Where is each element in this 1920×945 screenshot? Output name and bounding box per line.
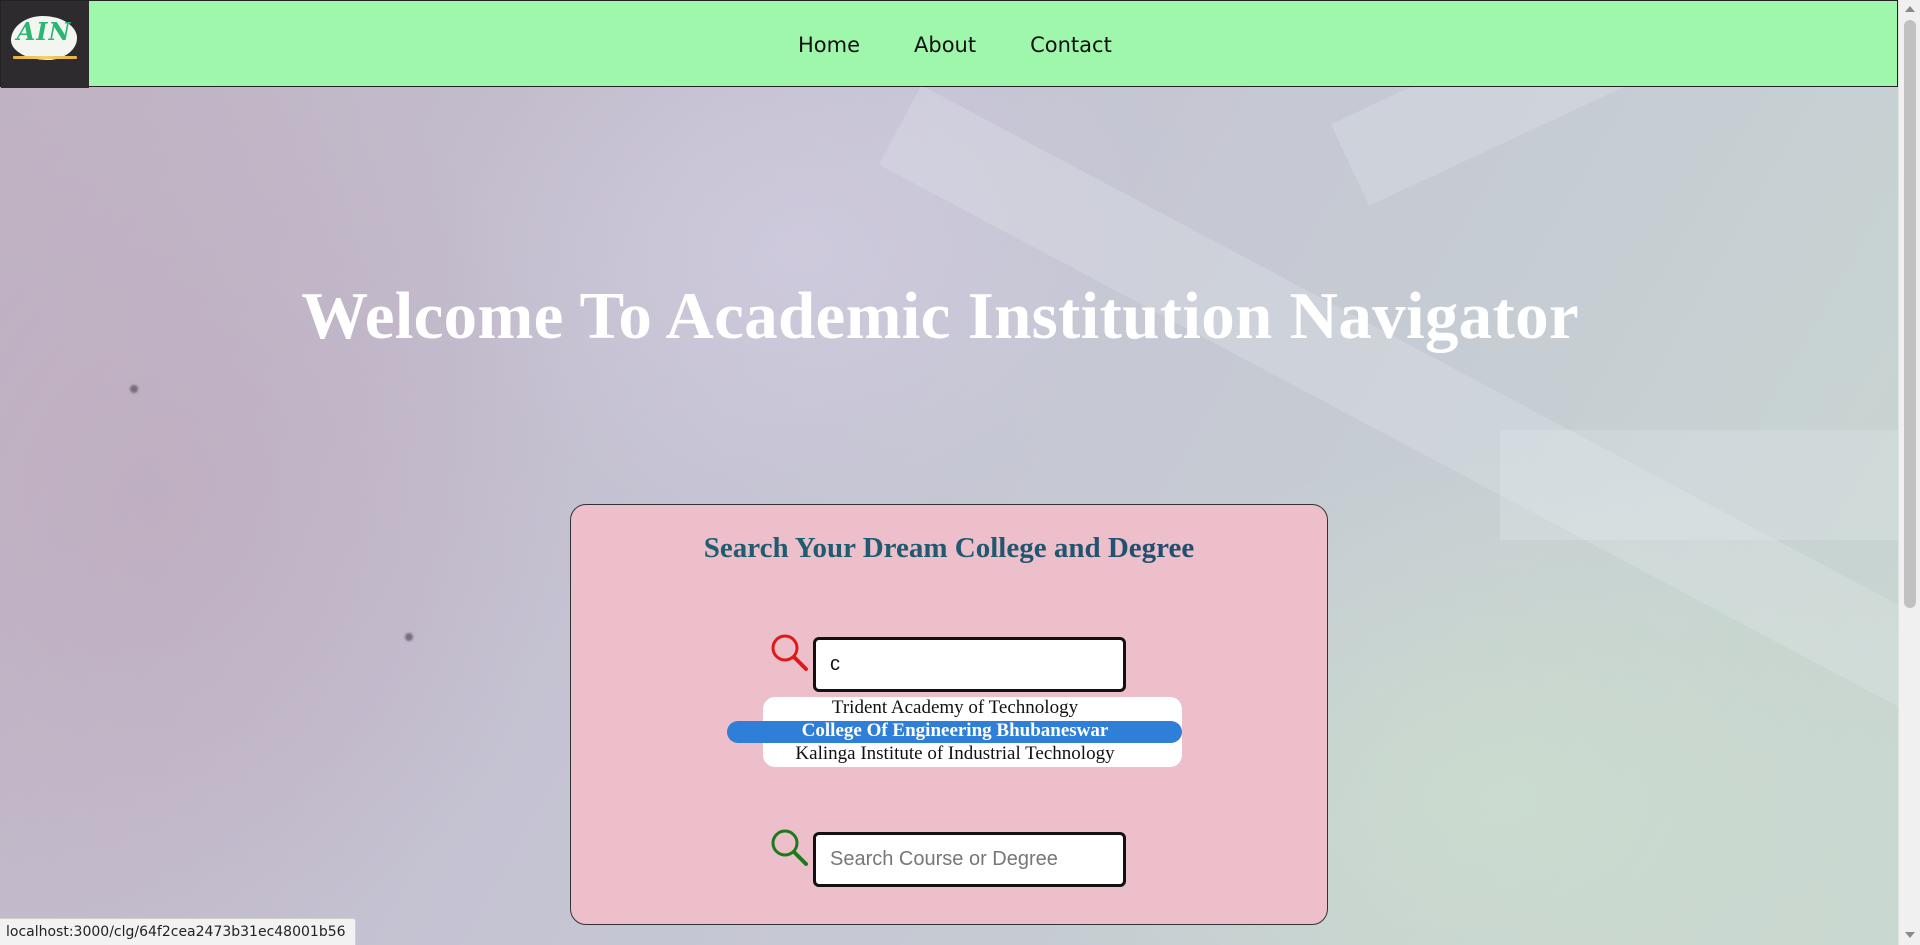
browser-status-bar: localhost:3000/clg/64f2cea2473b31ec48001…	[0, 918, 356, 945]
nav-links: Home About Contact	[798, 1, 1112, 88]
search-icon	[771, 829, 808, 866]
nav-link-contact[interactable]: Contact	[1030, 33, 1112, 57]
hero-title: Welcome To Academic Institution Navigato…	[301, 279, 1579, 353]
logo-text: AIN	[16, 17, 72, 46]
scroll-up-icon[interactable]	[1905, 6, 1915, 12]
vertical-scrollbar[interactable]	[1898, 0, 1920, 945]
scroll-down-icon[interactable]	[1905, 932, 1915, 938]
logo[interactable]: AIN	[1, 1, 89, 88]
suggestion-item[interactable]: Trident Academy of Technology	[0, 697, 1910, 719]
scroll-thumb[interactable]	[1904, 20, 1916, 608]
search-icon	[771, 634, 808, 671]
search-card-title: Search Your Dream College and Degree	[0, 532, 1898, 565]
nav-link-about[interactable]: About	[914, 33, 976, 57]
logo-tagline-bar	[13, 56, 77, 59]
top-navbar: AIN Home About Contact	[0, 0, 1898, 88]
course-search-input[interactable]	[813, 832, 1126, 887]
suggestion-item-active[interactable]: College Of Engineering Bhubaneswar	[0, 720, 1910, 742]
nav-link-home[interactable]: Home	[798, 33, 860, 57]
college-search-input[interactable]	[813, 637, 1126, 692]
suggestion-item[interactable]: Kalinga Institute of Industrial Technolo…	[0, 743, 1910, 765]
